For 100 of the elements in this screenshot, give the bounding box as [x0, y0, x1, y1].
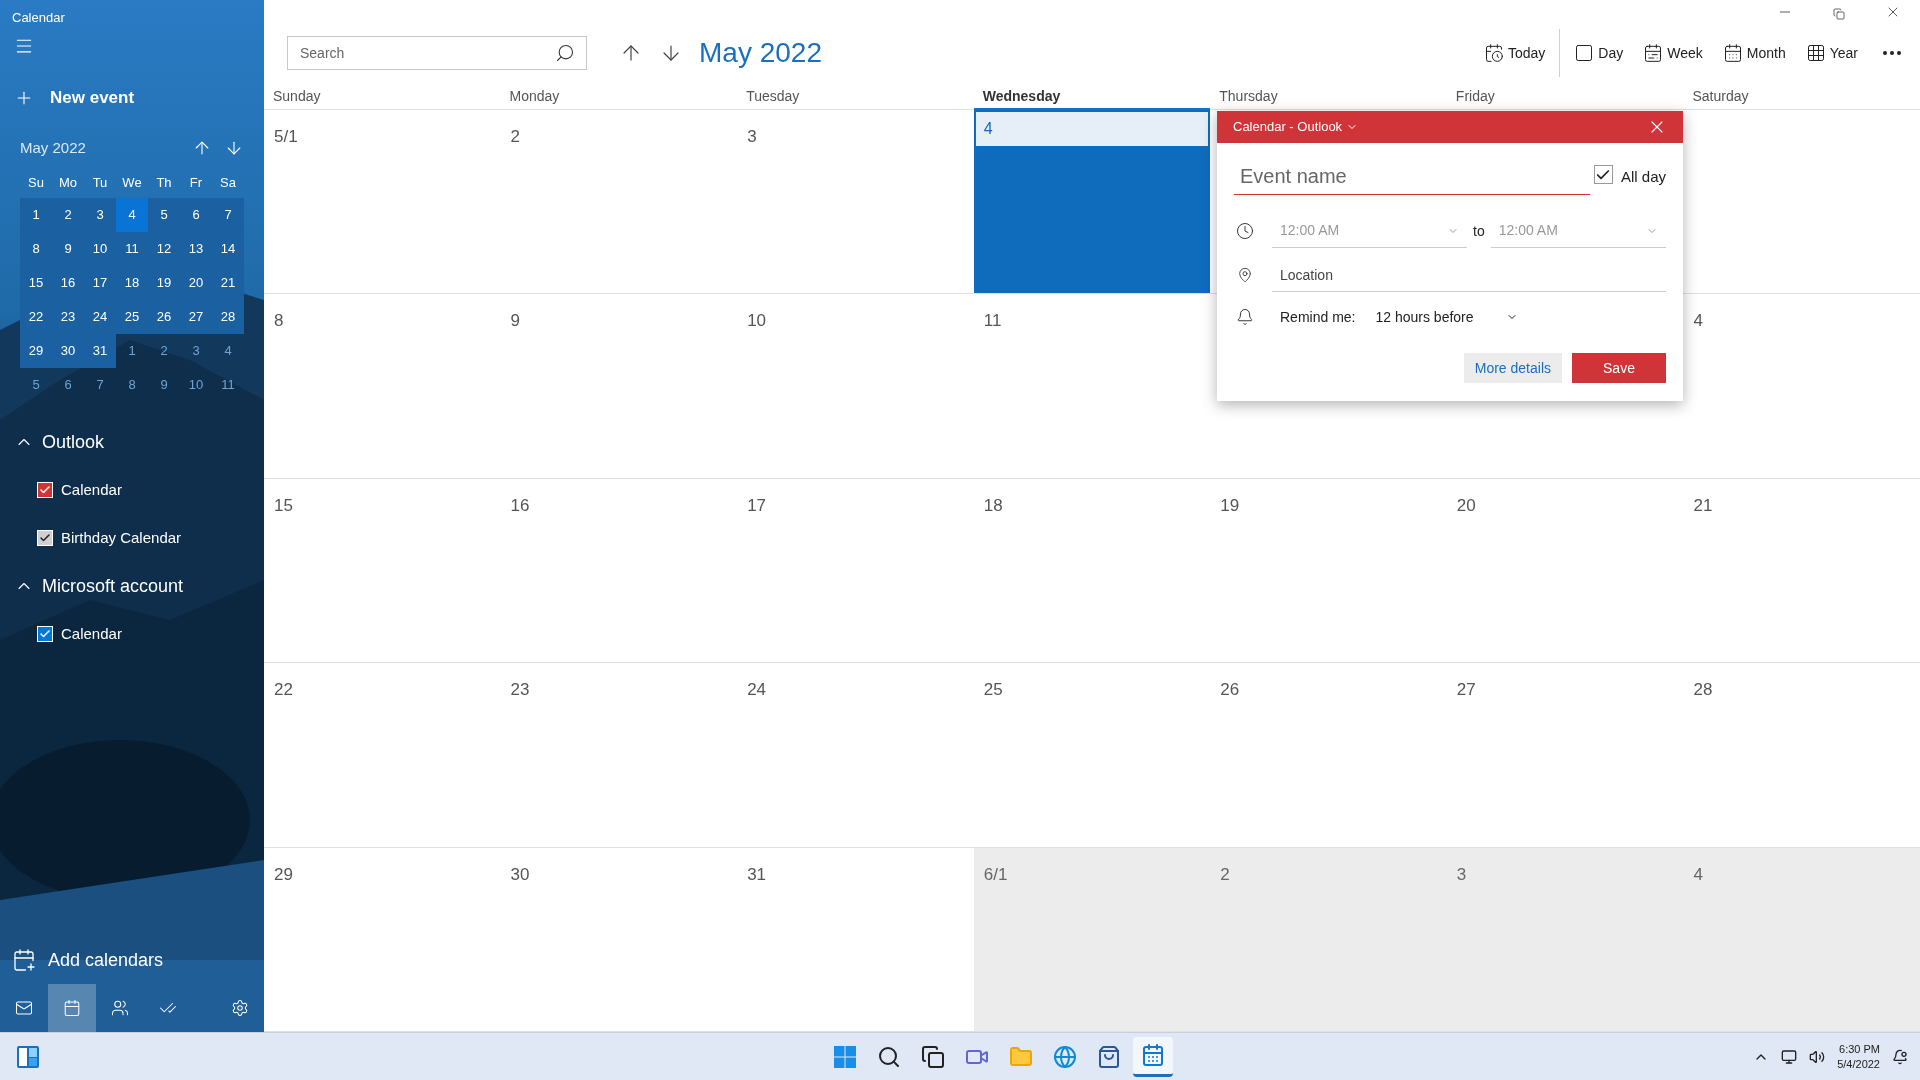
task-view-icon[interactable]	[920, 1044, 945, 1069]
mini-calendar-day[interactable]: 31	[84, 334, 116, 368]
mini-calendar-day[interactable]: 12	[148, 232, 180, 266]
day-cell[interactable]: 6/1	[973, 847, 1211, 1031]
mini-calendar-day[interactable]: 6	[52, 368, 84, 402]
volume-icon[interactable]	[1809, 1048, 1826, 1065]
mini-calendar-day[interactable]: 8	[20, 232, 52, 266]
mini-calendar-day[interactable]: 11	[212, 368, 244, 402]
restore-icon[interactable]	[1833, 8, 1845, 20]
view-button[interactable]: Today	[1473, 36, 1556, 70]
mini-calendar-day[interactable]: 19	[148, 266, 180, 300]
mini-calendar-title[interactable]: May 2022	[20, 136, 192, 160]
view-button[interactable]: Week	[1633, 36, 1713, 70]
day-number: 4	[975, 112, 1209, 146]
window-title: Calendar	[11, 9, 66, 27]
mini-calendar-day[interactable]: 20	[180, 266, 212, 300]
mini-calendar-day[interactable]: 1	[20, 198, 52, 232]
location-field[interactable]: Location	[1272, 258, 1666, 292]
search-icon[interactable]	[555, 43, 575, 63]
account-header[interactable]: Outlook	[0, 418, 119, 466]
view-button[interactable]: Year	[1795, 36, 1868, 70]
mini-calendar-day[interactable]: 2	[148, 334, 180, 368]
mini-calendar-day[interactable]: 3	[180, 334, 212, 368]
calendar-checkbox[interactable]	[37, 482, 53, 498]
day-number: 22	[274, 679, 294, 702]
day-number: 8	[274, 310, 285, 333]
mini-calendar-day[interactable]: 15	[20, 266, 52, 300]
event-name-field[interactable]: Event name	[1234, 159, 1590, 195]
view-button[interactable]: Month	[1712, 36, 1796, 70]
mini-calendar-day[interactable]: 3	[84, 198, 116, 232]
mini-calendar-day[interactable]: 7	[84, 368, 116, 402]
mini-calendar-day[interactable]: 24	[84, 300, 116, 334]
mini-calendar-day[interactable]: 30	[52, 334, 84, 368]
weekday-header: Monday	[508, 87, 561, 106]
mini-calendar-day[interactable]: 16	[52, 266, 84, 300]
day-cell[interactable]: 3	[1446, 847, 1684, 1031]
calendar-name[interactable]: Calendar	[61, 478, 122, 502]
mini-calendar-day[interactable]: 9	[148, 368, 180, 402]
weekday-label: Th	[155, 174, 173, 193]
clock-date[interactable]: 5/4/2022	[1837, 1056, 1880, 1072]
day-number: 6/1	[983, 863, 1009, 886]
account-header[interactable]: Microsoft account	[0, 562, 198, 610]
all-day-label[interactable]: All day	[1620, 166, 1666, 189]
mini-calendar-day[interactable]: 25	[116, 300, 148, 334]
day-cell[interactable]: 2	[1210, 847, 1447, 1031]
calendar-checkbox[interactable]	[37, 626, 53, 642]
mini-calendar-day[interactable]: 27	[180, 300, 212, 334]
network-icon[interactable]	[1781, 1048, 1798, 1065]
mini-calendar-day[interactable]: 5	[148, 198, 180, 232]
calendar-name[interactable]: Birthday Calendar	[61, 526, 182, 550]
day-number: 9	[510, 310, 522, 333]
new-event-button[interactable]: New event	[0, 80, 264, 116]
mini-calendar-day[interactable]: 4	[116, 198, 148, 232]
mini-calendar-day[interactable]: 21	[212, 266, 244, 300]
weekday-label: Su	[27, 174, 45, 193]
mini-calendar-day[interactable]: 11	[116, 232, 148, 266]
calendar-icon[interactable]	[1140, 1043, 1165, 1067]
mini-calendar-day[interactable]: 22	[20, 300, 52, 334]
windows-logo-icon[interactable]	[832, 1044, 857, 1069]
remind-label: Remind me:	[1280, 307, 1356, 327]
mini-calendar-day[interactable]: 6	[180, 198, 212, 232]
calendar-checkbox[interactable]	[37, 530, 53, 546]
mini-calendar-day[interactable]: 7	[212, 198, 244, 232]
mini-calendar-day[interactable]: 8	[116, 368, 148, 402]
mini-calendar-day[interactable]: 10	[84, 232, 116, 266]
mini-calendar-day[interactable]: 9	[52, 232, 84, 266]
calendar-month-icon	[1722, 43, 1743, 63]
mini-calendar-day[interactable]: 5	[20, 368, 52, 402]
day-number: 24	[747, 679, 768, 702]
save-button[interactable]: Save	[1572, 353, 1666, 383]
calendar-name[interactable]: Calendar	[61, 622, 122, 646]
mini-calendar-day[interactable]: 29	[20, 334, 52, 368]
mini-calendar-day[interactable]: 4	[212, 334, 244, 368]
nav-button[interactable]	[48, 984, 96, 1032]
day-number: 5/1	[274, 126, 299, 148]
search-field[interactable]: Search	[287, 36, 587, 70]
day-cell[interactable]: 4	[1683, 847, 1920, 1031]
mail-icon	[15, 999, 33, 1017]
store-icon[interactable]	[1096, 1044, 1121, 1069]
selected-day-cell[interactable]: 4	[973, 110, 1211, 294]
mini-calendar-day[interactable]: 1	[116, 334, 148, 368]
all-day-checkbox[interactable]	[1593, 165, 1613, 184]
mini-calendar-day[interactable]: 26	[148, 300, 180, 334]
search-icon[interactable]	[876, 1044, 901, 1069]
view-button[interactable]: Day	[1564, 36, 1634, 70]
calendar-selector[interactable]: Calendar - Outlook	[1233, 117, 1359, 137]
widgets-icon[interactable]	[16, 1044, 40, 1069]
remind-dropdown[interactable]: 12 hours before	[1375, 306, 1518, 328]
mini-calendar-day[interactable]: 14	[212, 232, 244, 266]
notification-icon[interactable]	[1892, 1048, 1908, 1065]
mini-calendar-day[interactable]: 10	[180, 368, 212, 402]
mini-calendar-day[interactable]: 2	[52, 198, 84, 232]
mini-calendar-day[interactable]: 13	[180, 232, 212, 266]
clock-time[interactable]: 6:30 PM	[1839, 1041, 1880, 1057]
more-details-button[interactable]: More details	[1463, 353, 1562, 383]
mini-calendar-day[interactable]: 18	[116, 266, 148, 300]
mini-calendar-day[interactable]: 28	[212, 300, 244, 334]
mini-calendar-day[interactable]: 17	[84, 266, 116, 300]
mini-calendar-day[interactable]: 23	[52, 300, 84, 334]
browser-icon[interactable]	[1052, 1044, 1077, 1069]
